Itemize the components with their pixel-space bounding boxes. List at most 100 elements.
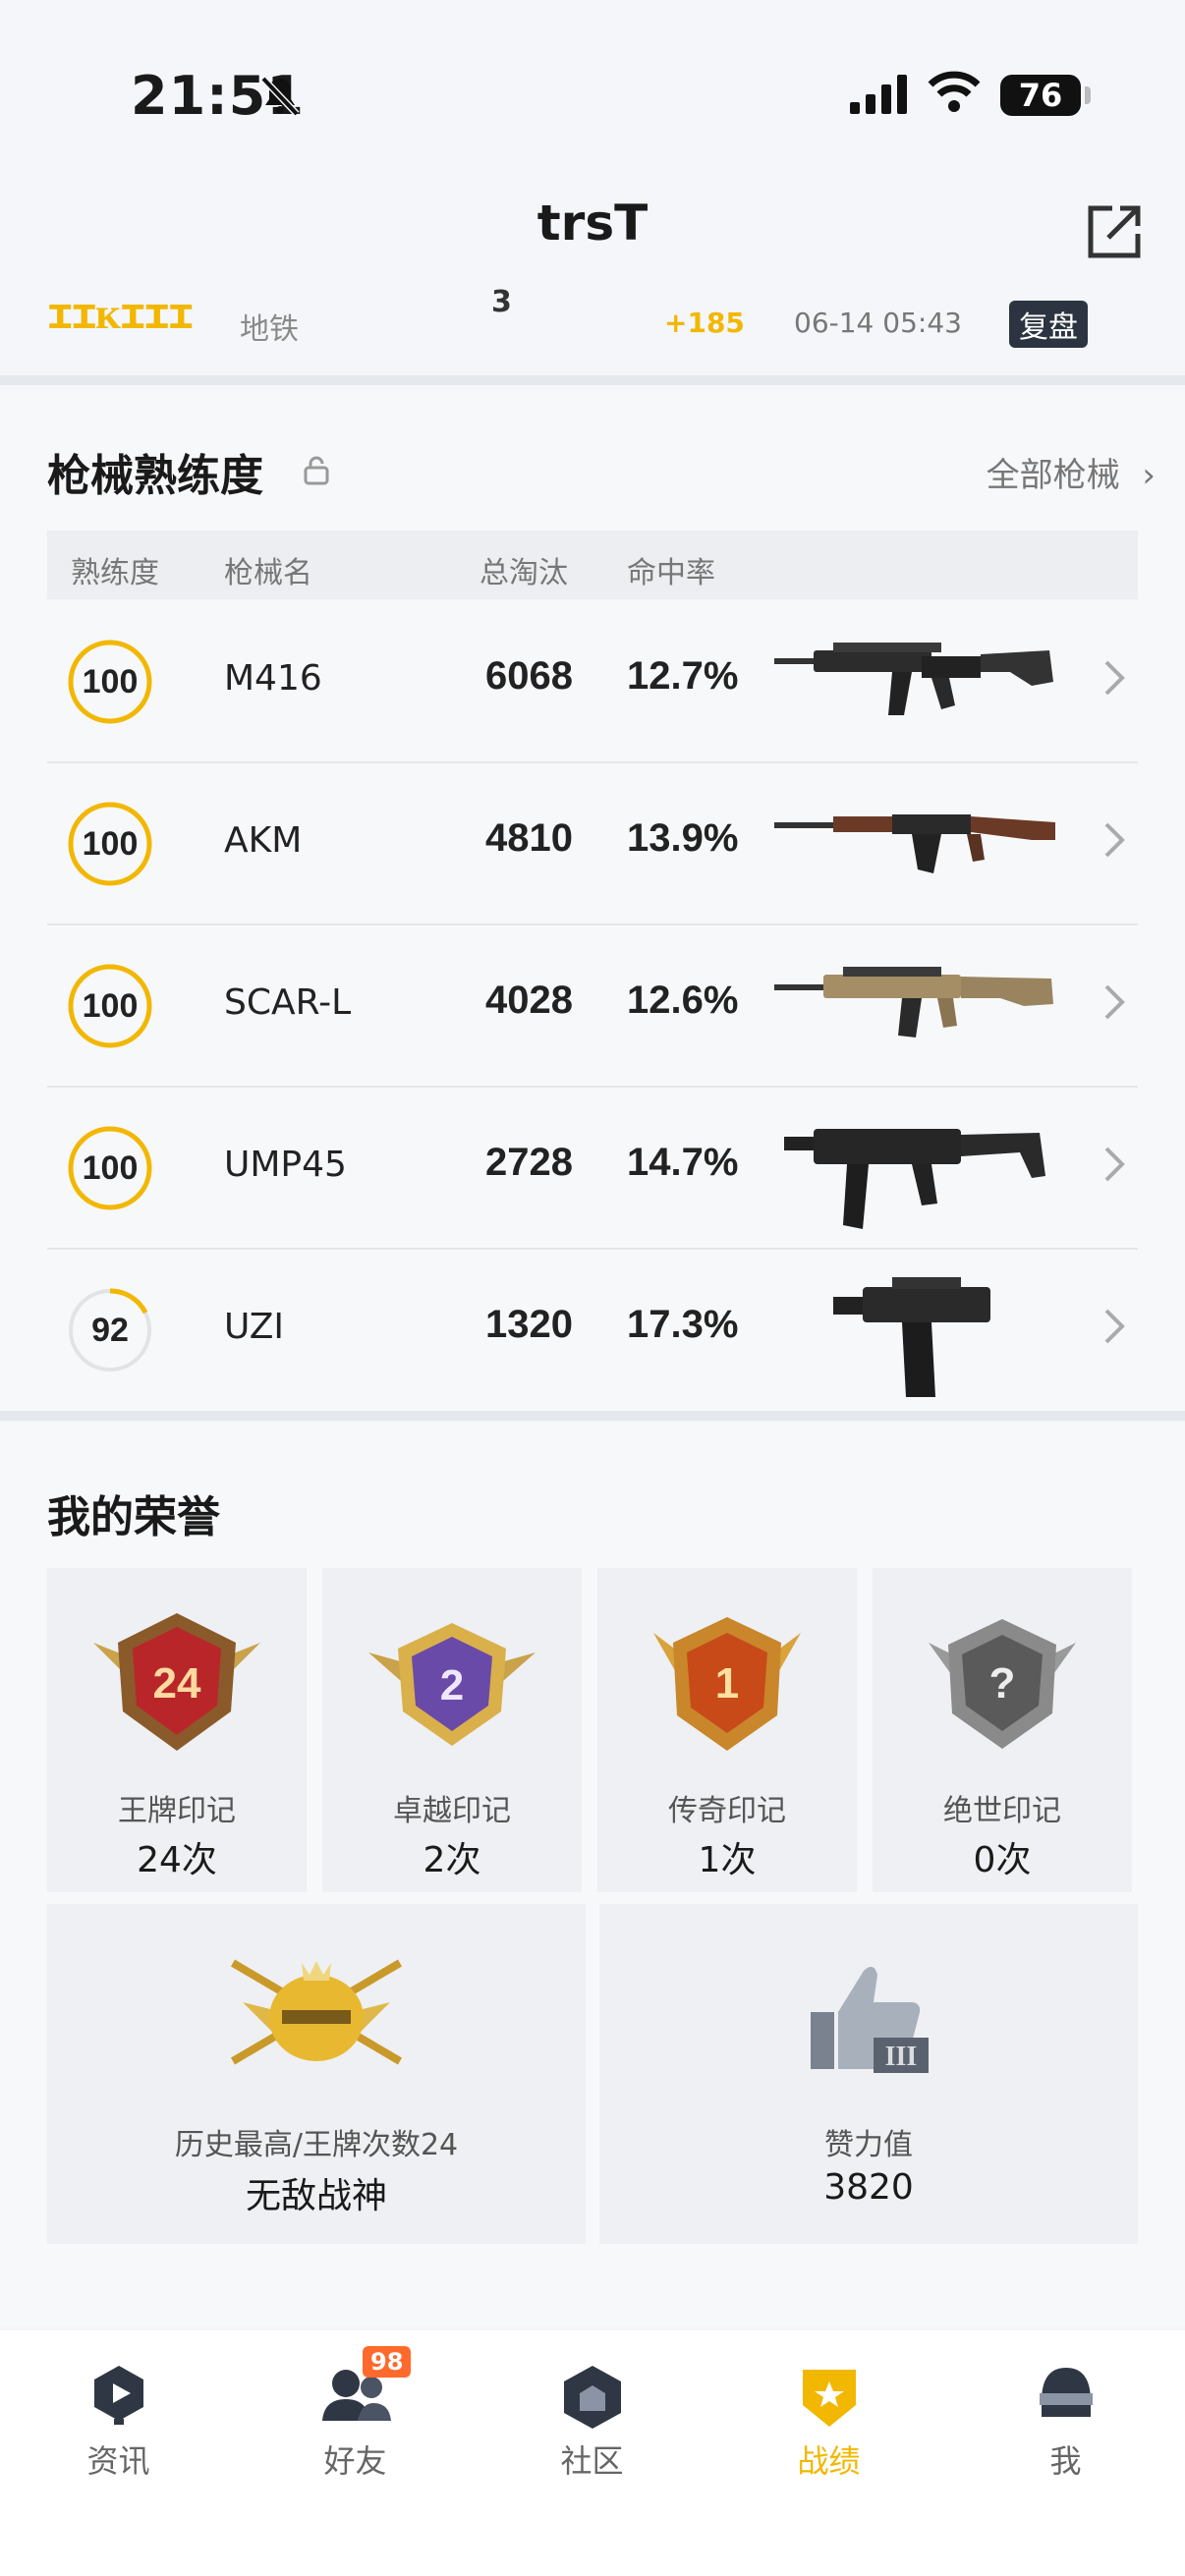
weapon-kills: 6068 [485,654,573,698]
weapon-name: SCAR-L [224,982,352,1023]
cellular-signal-icon [850,75,907,114]
record-icon [802,2370,856,2427]
mastery-level: 100 [82,1149,139,1187]
col-accuracy: 命中率 [627,556,715,590]
ace-mark-card[interactable]: 24 王牌印记 24次 [47,1568,307,1892]
weapon-row[interactable]: 100 SCAR-L 4028 12.6% [47,925,1138,1088]
weapon-table-header: 熟练度 枪械名 总淘汰 命中率 [47,531,1138,599]
battery-indicator: 76 [1000,75,1081,116]
chevron-right-icon [1104,1147,1125,1182]
status-bar: 21:51 76 [0,0,1185,187]
likes-card[interactable]: III 赞力值 3820 [599,1904,1138,2244]
scar-l-rifle-icon [774,967,1053,1037]
mark-count: 24次 [137,1840,217,1880]
honor-section: 我的荣誉 24 王牌印记 24次 2 卓越印记 2次 1 传奇印记 1次 ? 绝… [0,1423,1185,2326]
col-weapon-name: 枪械名 [224,556,312,590]
svg-text:III: III [885,2042,918,2072]
unrivaled-mark-card[interactable]: ? 绝世印记 0次 [873,1568,1132,1892]
thumbs-up-icon: III [811,1966,929,2073]
tab-record[interactable]: 战绩 [710,2330,947,2576]
weapon-accuracy: 17.3% [627,1303,739,1346]
community-icon [563,2366,621,2429]
match-mode: 地铁 [240,312,299,347]
mute-bell-icon [260,76,300,117]
highest-tier-label: 历史最高/王牌次数24 [174,2128,459,2162]
section-divider [0,1411,1185,1421]
mastery-level: 100 [82,825,139,863]
tab-label: 我 [1049,2442,1082,2480]
weapon-name: UZI [224,1307,284,1347]
excellence-badge-icon: 2 [368,1623,536,1746]
section-divider [0,375,1185,385]
friends-badge-count: 98 [363,2346,412,2378]
weapon-row[interactable]: 100 AKM 4810 13.9% [47,763,1138,925]
news-icon [93,2366,143,2425]
unrivaled-badge-icon: ? [929,1619,1076,1749]
excellence-mark-card[interactable]: 2 卓越印记 2次 [322,1568,582,1892]
tab-community[interactable]: 社区 [474,2330,710,2576]
weapon-name: M416 [224,658,322,699]
chevron-right-icon [1104,660,1125,696]
replay-button[interactable]: 复盘 [1009,301,1088,348]
weapon-row[interactable]: 92 UZI 1320 17.3% [47,1250,1138,1410]
honor-section-title: 我的荣誉 [47,1492,220,1542]
weapon-mastery-section: 枪械熟练度 全部枪械 › 熟练度 枪械名 总淘汰 命中率 100 M416 60… [0,391,1185,1413]
mark-count: 1次 [698,1840,757,1880]
unrivaled-badge-symbol: ? [989,1659,1016,1708]
mark-label: 卓越印记 [393,1794,511,1828]
match-row[interactable]: ɪɪᴋɪɪɪ 地铁 3 +185 06-14 05:43 复盘 [0,275,1185,373]
weapon-row[interactable]: 100 UMP45 2728 14.7% [47,1088,1138,1250]
bottom-tab-bar: 资讯 98 好友 社区 战绩 我 [0,2330,1185,2576]
chevron-right-icon: › [1142,456,1156,495]
mark-count: 2次 [423,1840,481,1880]
weapon-kills: 4810 [485,816,573,860]
mark-label: 王牌印记 [118,1794,236,1828]
tab-news[interactable]: 资讯 [0,2330,237,2576]
legend-badge-icon: 1 [653,1617,801,1751]
highest-tier-value: 无敌战神 [245,2176,387,2216]
match-time: 06-14 05:43 [794,307,962,339]
mastery-level: 100 [82,663,139,700]
uzi-smg-icon [833,1277,990,1397]
highest-tier-card[interactable]: 历史最高/王牌次数24 无敌战神 [47,1904,586,2244]
tab-friends[interactable]: 98 好友 [237,2330,474,2576]
match-score-delta: +185 [664,307,745,339]
conqueror-tier-icon [230,1959,403,2065]
chevron-right-icon [1104,984,1125,1020]
weapon-accuracy: 12.6% [627,979,739,1022]
match-kills: 3 [491,285,512,319]
share-icon[interactable] [1083,200,1146,263]
me-helmet-icon [1039,2368,1093,2417]
m416-rifle-icon [774,643,1053,715]
weapon-kills: 1320 [485,1303,573,1346]
mark-label: 绝世印记 [943,1794,1061,1828]
tab-label: 社区 [560,2442,624,2480]
excellence-badge-number: 2 [440,1661,464,1709]
all-weapons-link[interactable]: 全部枪械 › [987,448,1156,496]
tab-label: 资讯 [86,2442,150,2480]
weapon-accuracy: 14.7% [627,1141,739,1184]
ace-badge-icon: 24 [93,1613,260,1751]
rank-logo-icon: ɪɪᴋɪɪɪ [47,289,194,339]
mark-label: 传奇印记 [668,1794,786,1828]
chevron-right-icon [1104,1309,1125,1344]
weapon-accuracy: 13.9% [627,816,739,860]
all-weapons-label: 全部枪械 [986,456,1120,495]
tab-label: 战绩 [797,2442,861,2480]
mastery-level: 92 [91,1312,129,1349]
tab-me[interactable]: 我 [947,2330,1184,2576]
battery-tip [1085,86,1091,104]
weapon-row[interactable]: 100 M416 6068 12.7% [47,601,1138,763]
legend-badge-number: 1 [715,1659,739,1708]
legend-mark-card[interactable]: 1 传奇印记 1次 [597,1568,857,1892]
likes-label: 赞力值 [824,2128,913,2162]
likes-value: 3820 [823,2167,914,2208]
akm-rifle-icon [774,814,1055,873]
chevron-right-icon [1104,822,1125,858]
tab-label: 好友 [323,2442,387,2480]
weapon-name: UMP45 [224,1145,347,1185]
weapon-kills: 2728 [485,1141,573,1184]
col-total-kills: 总淘汰 [480,556,568,590]
lock-icon [304,456,329,485]
weapon-kills: 4028 [485,979,573,1022]
